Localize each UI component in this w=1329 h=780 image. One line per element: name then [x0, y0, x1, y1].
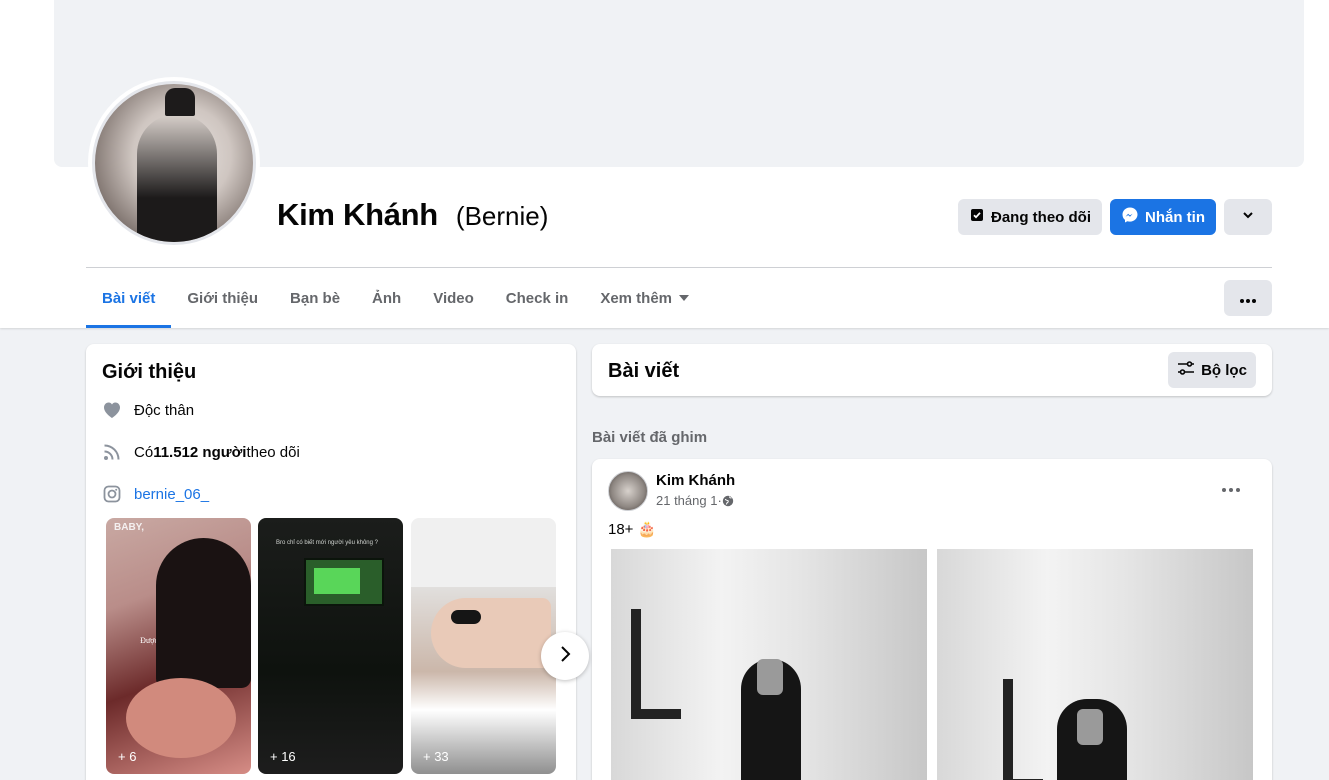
posts-header-card: Bài viết Bộ lọc	[592, 344, 1272, 396]
tab-checkins[interactable]: Check in	[490, 268, 585, 328]
caret-down-icon	[679, 295, 690, 301]
avatar-image	[92, 81, 256, 245]
stories-next-button[interactable]	[541, 632, 589, 680]
tab-more[interactable]: Xem thêm	[584, 268, 705, 328]
story-thumb[interactable]: Bro chỉ có biết mới người yêu không ? + …	[258, 518, 403, 774]
post-author-name[interactable]: Kim Khánh	[656, 472, 735, 489]
following-label: Đang theo dõi	[991, 208, 1091, 226]
profile-alt-name: (Bernie)	[455, 201, 549, 231]
following-check-icon	[969, 207, 985, 227]
profile-avatar[interactable]	[88, 77, 260, 249]
intro-title: Giới thiệu	[102, 361, 197, 383]
tab-videos[interactable]: Video	[417, 268, 490, 328]
profile-tabs: Bài viết Giới thiệu Bạn bè Ảnh Video Che…	[86, 268, 705, 328]
message-button[interactable]: Nhắn tin	[1110, 199, 1216, 235]
post-date[interactable]: 21 tháng 1	[656, 493, 717, 508]
pinned-post-card: Kim Khánh 21 tháng 1 · 18+ 🎂	[592, 459, 1272, 780]
ellipsis-icon	[1222, 479, 1240, 496]
tab-posts[interactable]: Bài viết	[86, 268, 172, 328]
post-options-button[interactable]	[1222, 479, 1240, 497]
filter-label: Bộ lọc	[1201, 361, 1247, 379]
tabs-more-button[interactable]	[1224, 280, 1272, 316]
intro-relationship: Độc thân	[102, 400, 194, 420]
post-photo[interactable]	[611, 549, 927, 780]
message-label: Nhắn tin	[1145, 208, 1205, 226]
pinned-posts-label: Bài viết đã ghim	[592, 429, 708, 446]
post-text: 18+ 🎂	[608, 521, 657, 538]
chevron-down-icon	[1241, 208, 1255, 226]
story-thumb[interactable]: BABY, Được nhìn em Why, cả là không ạ? +…	[106, 518, 251, 774]
intro-card: Giới thiệu Độc thân Có 11.512 người theo…	[86, 344, 576, 780]
post-author-avatar[interactable]	[608, 471, 648, 511]
instagram-link[interactable]: bernie_06_	[134, 486, 209, 503]
story-thumb[interactable]: + 33	[411, 518, 556, 774]
ellipsis-icon	[1240, 290, 1256, 307]
tab-photos[interactable]: Ảnh	[356, 268, 417, 328]
story-count: + 33	[423, 749, 449, 764]
intro-instagram: bernie_06_	[102, 484, 209, 504]
following-button[interactable]: Đang theo dõi	[958, 199, 1102, 235]
story-count: + 16	[270, 749, 296, 764]
intro-followers: Có 11.512 người theo dõi	[102, 442, 300, 462]
filter-icon	[1177, 360, 1195, 380]
tab-about[interactable]: Giới thiệu	[171, 268, 274, 328]
globe-icon	[722, 495, 734, 507]
rss-icon	[102, 442, 122, 462]
heart-icon	[102, 400, 122, 420]
tab-friends[interactable]: Bạn bè	[274, 268, 356, 328]
chevron-right-icon	[558, 645, 572, 668]
instagram-icon	[102, 484, 122, 504]
posts-title: Bài viết	[608, 360, 680, 382]
profile-name: Kim Khánh	[277, 197, 438, 232]
more-options-button[interactable]	[1224, 199, 1272, 235]
messenger-icon	[1121, 206, 1139, 228]
story-count: + 6	[118, 749, 137, 764]
filter-button[interactable]: Bộ lọc	[1168, 352, 1256, 388]
profile-name-row: Kim Khánh (Bernie)	[277, 197, 548, 233]
post-photo[interactable]	[937, 549, 1253, 780]
post-meta: 21 tháng 1 ·	[656, 493, 734, 508]
followers-count[interactable]: 11.512 người	[153, 444, 246, 461]
profile-header: Kim Khánh (Bernie) Đang theo dõi Nhắn ti…	[0, 0, 1329, 328]
